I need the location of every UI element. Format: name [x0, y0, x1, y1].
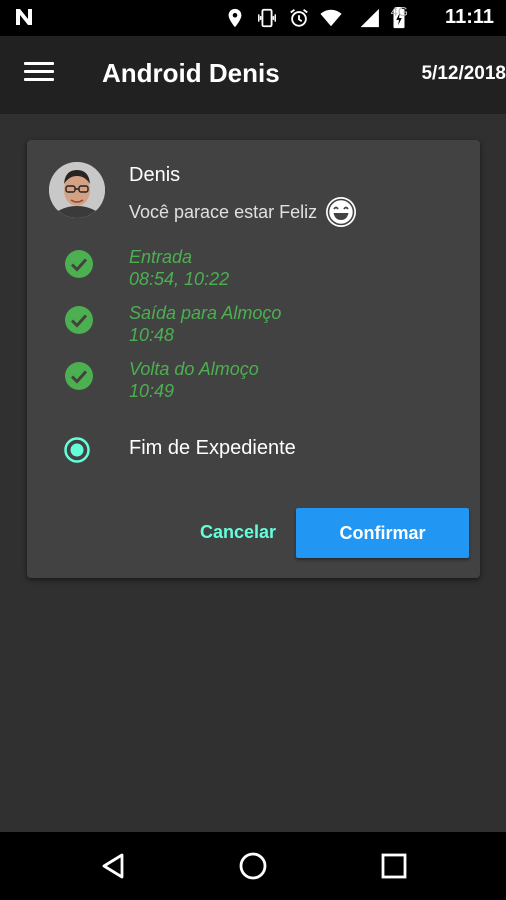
clock: 11:11 [445, 6, 494, 28]
notification-n-icon [16, 9, 32, 25]
back-icon[interactable] [98, 850, 130, 882]
user-name: Denis [129, 164, 181, 186]
step-title: Volta do Almoço [129, 359, 259, 379]
app-date: 5/12/2018 [421, 63, 506, 84]
confirm-button[interactable]: Confirmar [296, 508, 469, 558]
step-time: 08:54, 10:22 [129, 269, 230, 289]
network-type: 4G [390, 4, 408, 19]
check-circle-icon [65, 306, 93, 334]
step-time: 10:49 [129, 381, 175, 401]
mood-text: Você parace estar Feliz [129, 201, 318, 222]
step-title: Saída para Almoço [129, 303, 282, 323]
mood-line: Você parace estar Feliz [129, 196, 357, 228]
radio-selected-icon[interactable] [63, 436, 91, 464]
wifi-icon [320, 7, 342, 29]
cancel-button[interactable]: Cancelar [183, 510, 293, 554]
vibrate-icon [256, 7, 278, 29]
step-title: Entrada [129, 247, 193, 267]
check-circle-icon [65, 362, 93, 390]
step-text: Saída para Almoço 10:48 [129, 302, 281, 346]
hamburger-menu-icon[interactable] [24, 62, 54, 86]
avatar [49, 162, 105, 218]
location-icon [224, 7, 246, 29]
alarm-icon [288, 7, 310, 29]
current-step-label[interactable]: Fim de Expediente [129, 437, 296, 460]
confirm-dialog: Denis Você parace estar Feliz Entrada 08… [27, 140, 480, 578]
home-icon[interactable] [237, 850, 269, 882]
step-text: Volta do Almoço 10:49 [129, 358, 259, 402]
smiley-face-icon [326, 197, 357, 227]
navigation-bar [0, 832, 506, 900]
signal-icon [352, 7, 382, 29]
status-bar: 4G 11:11 [0, 0, 506, 36]
recents-icon[interactable] [378, 850, 410, 882]
app-title: Android Denis [102, 58, 280, 88]
app-bar: Android Denis 5/12/2018 [0, 36, 506, 114]
status-icons [224, 6, 406, 30]
step-text: Entrada 08:54, 10:22 [129, 246, 229, 290]
check-circle-icon [65, 250, 93, 278]
step-time: 10:48 [129, 325, 175, 345]
